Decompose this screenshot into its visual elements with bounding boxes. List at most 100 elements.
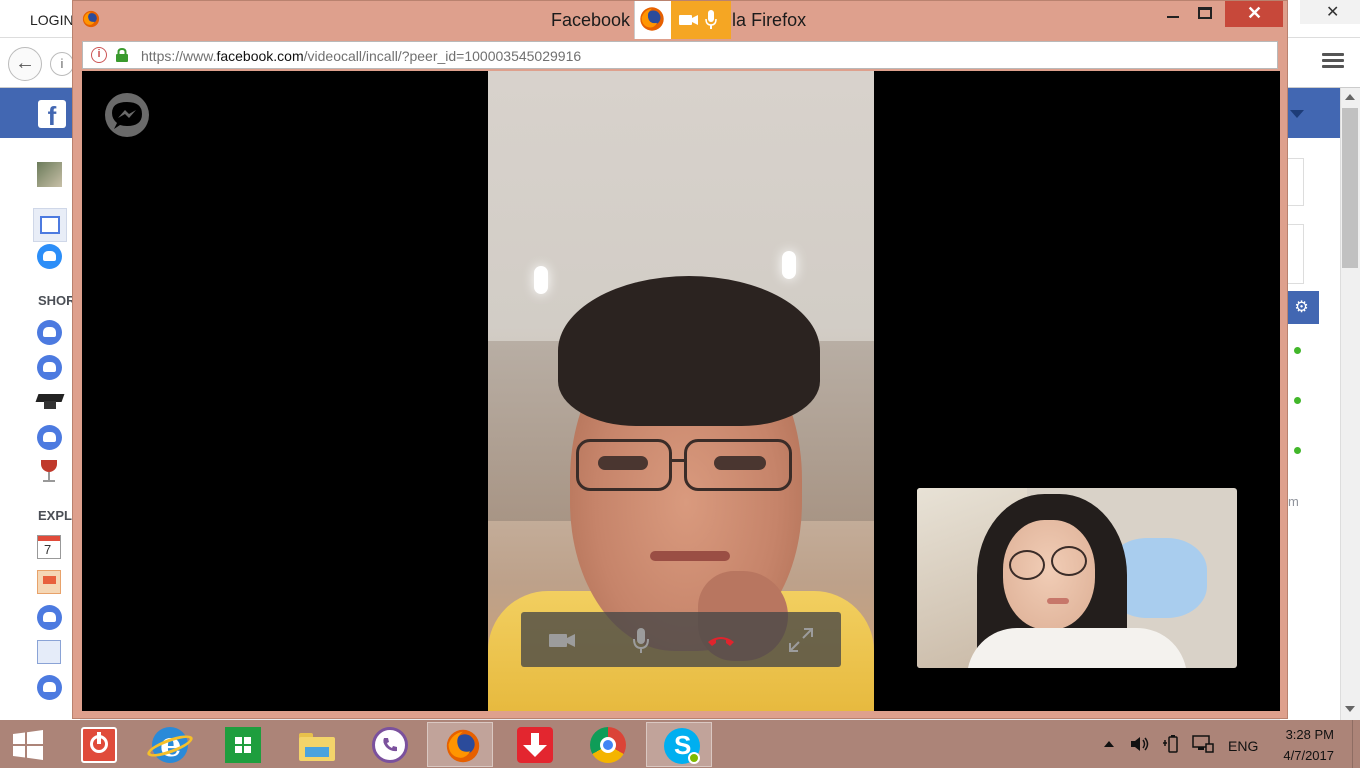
person-mouth xyxy=(1047,598,1069,604)
close-button[interactable]: ✕ xyxy=(1225,1,1283,27)
webrtc-sharing-indicator[interactable] xyxy=(634,1,731,39)
right-panel-text-fragment: m xyxy=(1288,494,1299,509)
news-feed-icon xyxy=(40,216,60,234)
show-desktop-button[interactable] xyxy=(1352,720,1360,768)
hamburger-menu-icon[interactable] xyxy=(1322,50,1344,72)
glasses-right-lens xyxy=(1051,546,1087,576)
background-close-button[interactable]: ✕ xyxy=(1300,0,1360,24)
calendar-icon[interactable]: 7 xyxy=(37,535,61,559)
taskbar-viber[interactable] xyxy=(355,722,421,767)
maximize-button[interactable] xyxy=(1191,1,1221,29)
scroll-up-icon[interactable] xyxy=(1345,94,1355,100)
taskbar-store[interactable] xyxy=(208,722,274,767)
volume-icon[interactable] xyxy=(1130,735,1150,753)
close-icon: ✕ xyxy=(1247,3,1263,23)
scrollbar-thumb[interactable] xyxy=(1342,108,1358,268)
minimize-button[interactable] xyxy=(1159,1,1189,29)
download-arrow-icon xyxy=(517,727,553,763)
explore-heading: EXPL xyxy=(38,508,72,523)
friends-list-icon[interactable] xyxy=(37,640,61,664)
scroll-down-icon[interactable] xyxy=(1345,706,1355,712)
camera-icon xyxy=(679,15,698,25)
url-text[interactable]: https://www.facebook.com/videocall/incal… xyxy=(141,48,581,64)
online-status-dot xyxy=(1294,447,1301,454)
power-app-icon xyxy=(81,727,117,763)
history-icon[interactable] xyxy=(37,675,62,700)
person-eye xyxy=(598,456,648,470)
calendar-day: 7 xyxy=(44,542,52,557)
site-info-icon[interactable]: i xyxy=(50,52,74,76)
profile-avatar[interactable] xyxy=(37,162,62,187)
messenger-sidebar-icon[interactable] xyxy=(37,244,62,269)
sharing-camera-mic-panel[interactable] xyxy=(671,1,731,39)
firefox-icon xyxy=(640,7,664,31)
back-button[interactable]: ← xyxy=(8,47,42,81)
flag-icon[interactable] xyxy=(37,570,61,594)
skype-icon: S xyxy=(664,728,700,764)
taskbar-internet-explorer[interactable]: e xyxy=(135,722,201,767)
windows-start-icon[interactable] xyxy=(12,729,44,761)
taskbar-firefox[interactable] xyxy=(427,722,493,767)
store-icon xyxy=(225,727,261,763)
clock-time[interactable]: 3:28 PM xyxy=(1270,727,1334,742)
call-controls-bar xyxy=(521,612,841,667)
taskbar-file-explorer[interactable] xyxy=(282,722,348,767)
wine-glass-icon[interactable] xyxy=(40,460,58,484)
glasses-bridge xyxy=(672,459,686,462)
person-mouth xyxy=(650,551,730,561)
language-indicator[interactable]: ENG xyxy=(1228,738,1258,754)
minimize-icon xyxy=(1167,16,1179,18)
window-title-left: Facebook xyxy=(551,10,631,30)
account-dropdown-icon[interactable] xyxy=(1290,110,1304,118)
network-icon[interactable] xyxy=(1192,734,1214,754)
taskbar-downloader[interactable] xyxy=(500,722,566,767)
firefox-icon xyxy=(82,10,100,28)
viber-icon xyxy=(372,727,408,763)
internet-explorer-icon: e xyxy=(145,725,195,765)
facebook-left-sidebar: SHOR EXPL 7 xyxy=(0,138,80,720)
facebook-right-panel: m xyxy=(1280,138,1340,720)
show-hidden-icons-chevron-icon[interactable] xyxy=(1104,741,1114,747)
microphone-icon xyxy=(705,10,717,29)
online-status-dot xyxy=(1294,397,1301,404)
online-status-dot xyxy=(1294,347,1301,354)
background-tab-label[interactable]: LOGIN xyxy=(30,12,74,28)
videocall-popup-window: Facebook lla Firefox ✕ i https://www.face… xyxy=(72,0,1288,719)
facebook-logo[interactable]: f xyxy=(38,100,66,131)
taskbar-skype[interactable]: S xyxy=(646,722,712,767)
site-info-icon[interactable]: i xyxy=(91,47,107,63)
graduation-cap-icon[interactable] xyxy=(35,390,65,414)
shortcuts-heading: SHOR xyxy=(38,293,76,308)
messenger-icon xyxy=(105,93,149,137)
url-domain: facebook.com xyxy=(216,48,304,64)
chat-settings-gear-icon[interactable]: ⚙ xyxy=(1284,291,1319,324)
url-bar[interactable]: i https://www.facebook.com/videocall/inc… xyxy=(82,41,1278,69)
person-hair xyxy=(558,276,820,426)
group-icon[interactable] xyxy=(37,320,62,345)
group-icon[interactable] xyxy=(37,425,62,450)
ceiling-light xyxy=(534,266,548,294)
glasses-left-lens xyxy=(1009,550,1045,580)
video-call-area xyxy=(82,71,1280,711)
group-icon[interactable] xyxy=(37,605,62,630)
power-battery-icon[interactable] xyxy=(1162,734,1182,754)
end-call-icon[interactable] xyxy=(705,624,737,656)
clock-date[interactable]: 4/7/2017 xyxy=(1270,748,1334,763)
maximize-icon xyxy=(1198,7,1212,19)
fullscreen-icon[interactable] xyxy=(785,624,817,656)
news-feed-item[interactable] xyxy=(33,208,67,242)
window-title-right: lla Firefox xyxy=(728,10,807,30)
skype-online-status xyxy=(688,752,700,764)
url-scheme: https://www. xyxy=(141,48,217,64)
person-eye xyxy=(714,456,766,470)
camera-icon[interactable] xyxy=(546,624,578,656)
ceiling-light xyxy=(782,251,796,279)
taskbar-chrome[interactable] xyxy=(573,722,639,767)
chrome-icon xyxy=(590,727,626,763)
self-view-video xyxy=(917,488,1237,668)
group-icon[interactable] xyxy=(37,355,62,380)
firefox-icon xyxy=(446,729,480,763)
lock-icon[interactable] xyxy=(115,48,129,62)
taskbar-power-app[interactable] xyxy=(64,722,130,767)
microphone-icon[interactable] xyxy=(625,624,657,656)
